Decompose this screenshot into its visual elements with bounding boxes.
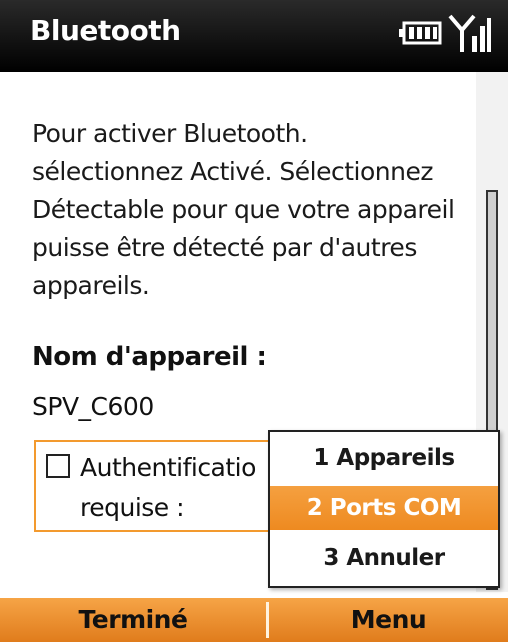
- softkey-right-menu[interactable]: Menu: [269, 598, 508, 642]
- content-area: Pour activer Bluetooth. sélectionnez Act…: [32, 115, 472, 305]
- title-bar: Bluetooth: [0, 0, 508, 72]
- menu-item-annuler[interactable]: 3 Annuler: [270, 536, 498, 580]
- menu-item-ports-com[interactable]: 2 Ports COM: [270, 486, 498, 530]
- menu-item-appareils[interactable]: 1 Appareils: [270, 436, 498, 480]
- battery-icon: [399, 21, 442, 45]
- softkey-left-termine[interactable]: Terminé: [0, 598, 266, 642]
- authentication-checkbox[interactable]: [46, 454, 70, 478]
- status-icons: [398, 12, 492, 54]
- page-title: Bluetooth: [30, 14, 181, 47]
- device-name-value[interactable]: SPV_C600: [32, 392, 154, 421]
- description-text: Pour activer Bluetooth. sélectionnez Act…: [32, 119, 455, 300]
- softkey-bar: Terminé Menu: [0, 598, 508, 642]
- signal-icon: [448, 14, 491, 52]
- context-menu: 1 Appareils 2 Ports COM 3 Annuler: [268, 430, 500, 588]
- device-name-label: Nom d'appareil :: [32, 342, 267, 372]
